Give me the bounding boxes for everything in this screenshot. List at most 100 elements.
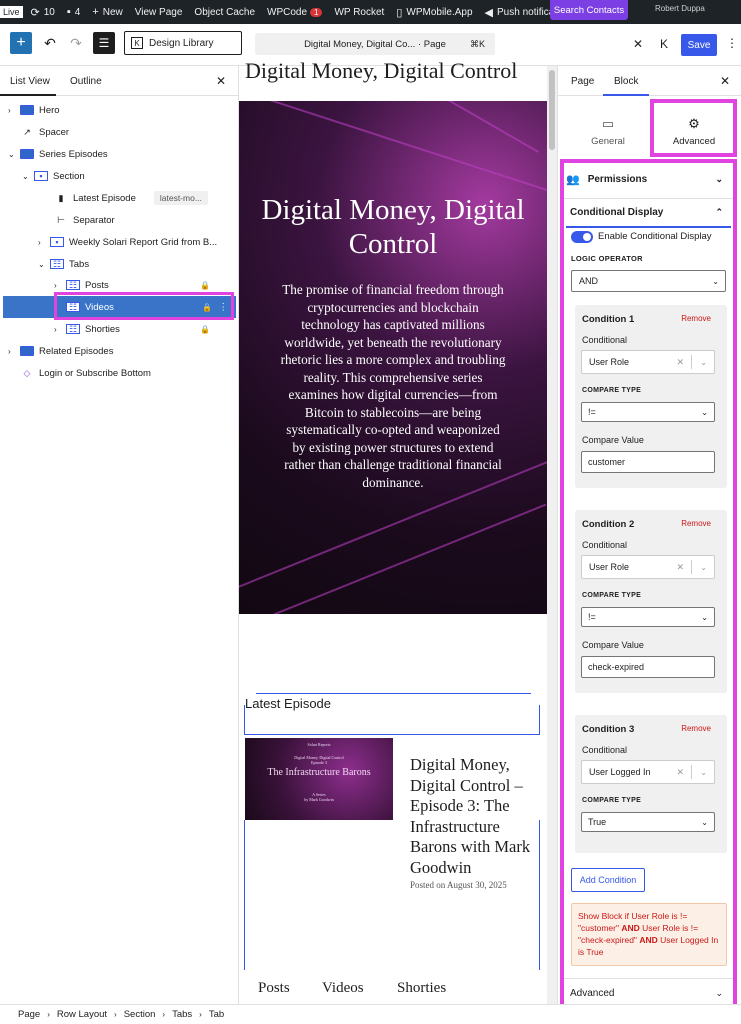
undo-button[interactable]: ↶ [40, 32, 60, 54]
breadcrumb-item[interactable]: Tab [209, 1009, 224, 1020]
hero-block[interactable]: Digital Money, Digital Control The promi… [239, 101, 547, 614]
compare-type-select[interactable]: True ⌄ [581, 812, 715, 832]
tree-item-tabs[interactable]: ⌄ ☷ Tabs [38, 253, 89, 275]
tab-posts[interactable]: Posts [258, 980, 290, 997]
close-icon[interactable]: ✕ [720, 74, 730, 88]
conditional-select[interactable]: User Role ✕ ⌄ [581, 350, 715, 374]
chevron-down-icon: ⌄ [701, 817, 708, 827]
tree-item-hero[interactable]: › Hero [8, 99, 60, 121]
kadence-icon[interactable]: K [660, 37, 668, 51]
clear-icon[interactable]: ✕ [676, 357, 684, 368]
tab-page[interactable]: Page [571, 76, 594, 87]
tree-item-series-episodes[interactable]: ⌄ Series Episodes [8, 143, 108, 165]
condition-title: Condition 3 [582, 724, 635, 735]
canvas-scrollbar[interactable] [547, 66, 557, 1004]
chevron-down-icon[interactable]: ⌄ [700, 563, 707, 572]
clear-icon[interactable]: ✕ [676, 767, 684, 778]
tree-item-latest-episode[interactable]: ▮ Latest Episode latest-mo... [54, 187, 208, 209]
chevron-right-icon[interactable]: › [8, 347, 20, 356]
view-page-link[interactable]: View Page [135, 7, 183, 18]
object-cache-link[interactable]: Object Cache [194, 7, 255, 18]
compare-type-select[interactable]: != ⌄ [581, 402, 715, 422]
thumbnail-title: The Infrastructure Barons [267, 767, 371, 778]
decorative-circuit-line [239, 503, 547, 614]
command-bar[interactable]: Digital Money, Digital Co... · Page ⌘K [255, 33, 495, 55]
clear-icon[interactable]: ✕ [676, 562, 684, 573]
tab-videos[interactable]: Videos [322, 980, 364, 997]
decorative-circuit-line [399, 101, 539, 153]
conditional-label: Conditional [582, 745, 628, 755]
add-condition-button[interactable]: Add Condition [571, 868, 645, 892]
list-view-toggle[interactable]: ☰ [93, 32, 115, 54]
wprocket-link[interactable]: WP Rocket [334, 7, 384, 18]
permissions-panel-toggle[interactable]: 👥 Permissions ⌄ [566, 168, 731, 190]
tab-block[interactable]: Block [614, 76, 638, 87]
block-inserter-button[interactable]: + [10, 32, 32, 54]
comment-icon: ▪ [66, 6, 71, 18]
search-contacts-button[interactable]: Search Contacts [550, 0, 628, 20]
chevron-down-icon[interactable]: ⌄ [700, 768, 707, 777]
breadcrumb-item[interactable]: Row Layout [57, 1009, 107, 1020]
chevron-down-icon[interactable]: ⌄ [38, 260, 50, 269]
updates-link[interactable]: ⟳ 10 [31, 6, 55, 19]
redo-button[interactable]: ↷ [66, 32, 86, 54]
remove-condition-button[interactable]: Remove [681, 519, 711, 528]
chevron-down-icon[interactable]: ⌄ [8, 150, 20, 159]
conditional-select[interactable]: User Role ✕ ⌄ [581, 555, 715, 579]
tab-list-view[interactable]: List View [10, 76, 50, 87]
chevron-down-icon[interactable]: ⌄ [700, 358, 707, 367]
save-button[interactable]: Save [681, 34, 717, 56]
chevron-right-icon[interactable]: › [54, 281, 66, 290]
hero-description[interactable]: The promise of financial freedom through… [279, 281, 507, 491]
more-options-icon[interactable]: ⋮ [726, 36, 738, 50]
megaphone-icon: ◀ [484, 6, 493, 19]
tree-item-spacer[interactable]: ↗ Spacer [20, 121, 69, 143]
page-title[interactable]: Digital Money, Digital Control [245, 58, 517, 84]
comments-link[interactable]: ▪ 4 [67, 6, 80, 18]
tab-outline[interactable]: Outline [70, 76, 102, 87]
breadcrumb-item[interactable]: Tabs [172, 1009, 192, 1020]
tab-general[interactable]: ▭ General [568, 116, 648, 156]
tree-item-login-subscribe[interactable]: ◇ Login or Subscribe Bottom [20, 362, 151, 384]
close-icon[interactable]: ✕ [216, 74, 226, 88]
conditional-label: Conditional [582, 335, 628, 345]
remove-condition-button[interactable]: Remove [681, 724, 711, 733]
chevron-right-icon[interactable]: › [38, 238, 50, 247]
tab-icon: ☷ [66, 280, 80, 290]
episode-title[interactable]: Digital Money, Digital Control – Episode… [410, 755, 535, 878]
breadcrumb-item[interactable]: Section [124, 1009, 156, 1020]
breadcrumb-item[interactable]: Page [18, 1009, 40, 1020]
enable-conditional-label: Enable Conditional Display [598, 231, 712, 242]
compare-value-input[interactable]: customer [581, 451, 715, 473]
chevron-down-icon[interactable]: ⌄ [22, 172, 34, 181]
conditional-display-panel-toggle[interactable]: Conditional Display ⌃ [564, 198, 733, 226]
tree-item-section[interactable]: ⌄ ▪ Section [22, 165, 85, 187]
tree-item-shorties[interactable]: › ☷ Shorties 🔒 [54, 318, 234, 340]
tree-item-weekly-grid[interactable]: › ▪ Weekly Solari Report Grid from B... [38, 231, 217, 253]
remove-condition-button[interactable]: Remove [681, 314, 711, 323]
compare-value-input[interactable]: check-expired [581, 656, 715, 678]
thumbnail-text: Episode 3 [311, 760, 327, 765]
tab-shorties[interactable]: Shorties [397, 980, 446, 997]
wpcode-link[interactable]: WPCode 1 [267, 7, 323, 18]
close-icon[interactable]: ✕ [633, 37, 643, 51]
conditional-select[interactable]: User Logged In ✕ ⌄ [581, 760, 715, 784]
tree-item-separator[interactable]: ⊢ Separator [54, 209, 115, 231]
hero-heading[interactable]: Digital Money, Digital Control [257, 193, 529, 261]
condition-title: Condition 1 [582, 314, 635, 325]
scrollbar-thumb[interactable] [549, 70, 555, 150]
tree-item-related-episodes[interactable]: › Related Episodes [8, 340, 113, 362]
new-link[interactable]: + New [92, 6, 122, 18]
compare-type-label: COMPARE TYPE [582, 592, 642, 599]
logic-operator-select[interactable]: AND ⌄ [571, 270, 726, 292]
compare-type-select[interactable]: != ⌄ [581, 607, 715, 627]
episode-thumbnail[interactable]: Solari Reports Digital Money, Digital Co… [245, 738, 393, 820]
latest-episode-heading[interactable]: Latest Episode [245, 696, 331, 711]
undo-icon: ↶ [44, 34, 56, 51]
tab-icon: ☷ [66, 324, 80, 334]
wpmobile-link[interactable]: ▯ WPMobile.App [396, 6, 472, 19]
design-library-button[interactable]: K Design Library [124, 31, 242, 55]
enable-conditional-toggle[interactable] [571, 231, 593, 243]
chevron-right-icon[interactable]: › [8, 106, 20, 115]
chevron-right-icon[interactable]: › [54, 325, 66, 334]
